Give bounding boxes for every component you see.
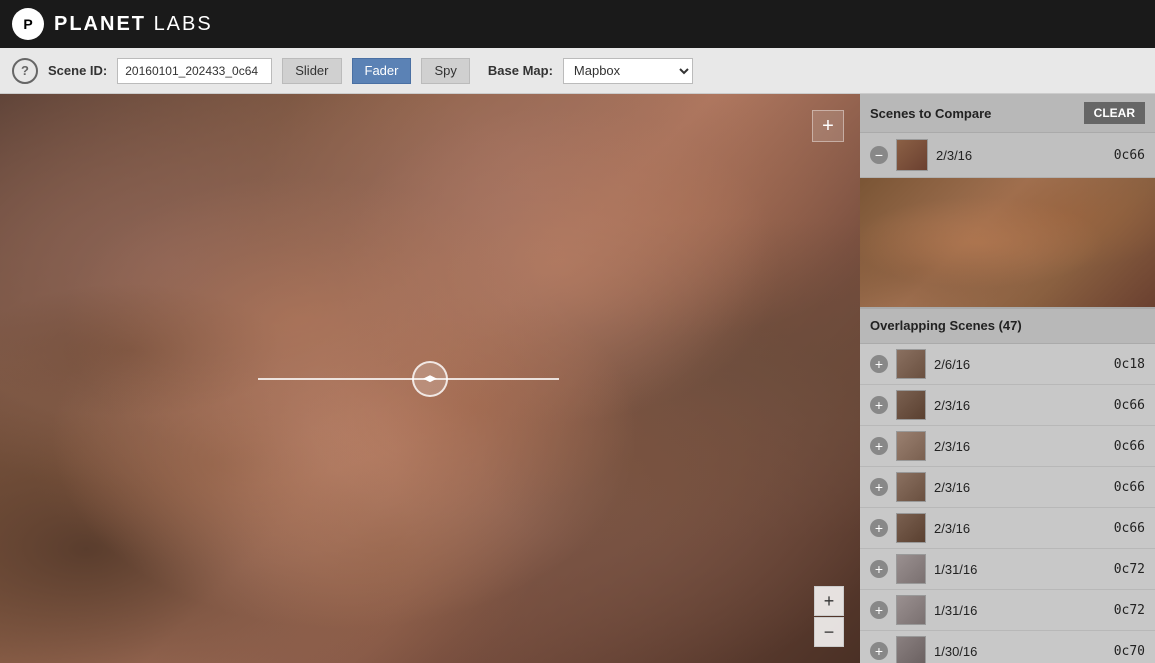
zoom-in-button[interactable]: + [814, 586, 844, 616]
overlap-row: + 2/3/16 0c66 [860, 467, 1155, 508]
overlap-thumbnail-1 [896, 390, 926, 420]
add-scene-button-7[interactable]: + [870, 642, 888, 660]
basemap-select[interactable]: Mapbox OpenStreetMap Satellite Terrain [563, 58, 693, 84]
overlapping-header: Overlapping Scenes (47) [860, 308, 1155, 344]
help-button[interactable]: ? [12, 58, 38, 84]
overlap-row: + 1/30/16 0c70 [860, 631, 1155, 663]
add-scene-button-5[interactable]: + [870, 560, 888, 578]
overlap-thumbnail-2 [896, 431, 926, 461]
remove-scene-button[interactable]: − [870, 146, 888, 164]
compare-scene-id: 0c66 [1114, 148, 1145, 163]
overlap-date-1: 2/3/16 [934, 398, 1106, 413]
compare-title: Scenes to Compare [870, 106, 991, 121]
compare-scene-thumbnail [896, 139, 928, 171]
overlap-thumbnail-0 [896, 349, 926, 379]
add-scene-button-3[interactable]: + [870, 478, 888, 496]
overlap-thumbnail-4 [896, 513, 926, 543]
zoom-out-button[interactable]: − [814, 617, 844, 647]
right-panel: Scenes to Compare CLEAR − 2/3/16 0c66 Ov… [860, 94, 1155, 663]
overlap-id-4: 0c66 [1114, 521, 1145, 536]
scene-id-label: Scene ID: [48, 63, 107, 78]
overlap-id-0: 0c18 [1114, 357, 1145, 372]
slider-line [258, 378, 559, 380]
scene-id-input[interactable] [117, 58, 272, 84]
logo-text: PLANET LABS [54, 13, 213, 36]
overlap-date-4: 2/3/16 [934, 521, 1106, 536]
add-scene-button-6[interactable]: + [870, 601, 888, 619]
logo-area: P PLANET LABS [12, 8, 213, 40]
spy-mode-button[interactable]: Spy [421, 58, 469, 84]
overlap-row: + 2/6/16 0c18 [860, 344, 1155, 385]
overlapping-scenes-list[interactable]: + 2/6/16 0c18 + 2/3/16 0c66 + 2/3/16 0c6… [860, 344, 1155, 663]
fader-mode-button[interactable]: Fader [352, 58, 412, 84]
clear-button[interactable]: CLEAR [1084, 102, 1145, 124]
overlap-date-3: 2/3/16 [934, 480, 1106, 495]
compare-header: Scenes to Compare CLEAR [860, 94, 1155, 133]
overlap-id-2: 0c66 [1114, 439, 1145, 454]
compare-preview-area [860, 178, 1155, 308]
overlap-row: + 1/31/16 0c72 [860, 590, 1155, 631]
add-scene-button-1[interactable]: + [870, 396, 888, 414]
map-zoom-controls: + − [814, 586, 844, 647]
overlap-row: + 2/3/16 0c66 [860, 508, 1155, 549]
overlap-row: + 2/3/16 0c66 [860, 385, 1155, 426]
overlapping-title: Overlapping Scenes (47) [870, 318, 1022, 333]
overlap-id-3: 0c66 [1114, 480, 1145, 495]
overlap-thumbnail-6 [896, 595, 926, 625]
add-scene-button-2[interactable]: + [870, 437, 888, 455]
basemap-label: Base Map: [488, 63, 553, 78]
add-scene-button-0[interactable]: + [870, 355, 888, 373]
planet-logo-icon: P [12, 8, 44, 40]
overlap-id-6: 0c72 [1114, 603, 1145, 618]
overlap-thumbnail-7 [896, 636, 926, 663]
slider-mode-button[interactable]: Slider [282, 58, 341, 84]
overlap-date-6: 1/31/16 [934, 603, 1106, 618]
add-scene-button-4[interactable]: + [870, 519, 888, 537]
compare-scene-row: − 2/3/16 0c66 [860, 133, 1155, 178]
overlap-id-1: 0c66 [1114, 398, 1145, 413]
compare-preview-terrain [860, 178, 1155, 307]
overlap-date-2: 2/3/16 [934, 439, 1106, 454]
compare-scene-date: 2/3/16 [936, 148, 1106, 163]
slider-cursor[interactable] [412, 361, 448, 397]
overlap-thumbnail-5 [896, 554, 926, 584]
overlap-date-7: 1/30/16 [934, 644, 1106, 659]
toolbar: ? Scene ID: Slider Fader Spy Base Map: M… [0, 48, 1155, 94]
overlap-date-0: 2/6/16 [934, 357, 1106, 372]
overlap-row: + 2/3/16 0c66 [860, 426, 1155, 467]
map-add-button[interactable]: + [812, 110, 844, 142]
overlap-date-5: 1/31/16 [934, 562, 1106, 577]
overlap-thumbnail-3 [896, 472, 926, 502]
map-area[interactable]: + + − [0, 94, 860, 663]
overlap-id-7: 0c70 [1114, 644, 1145, 659]
overlap-id-5: 0c72 [1114, 562, 1145, 577]
overlap-row: + 1/31/16 0c72 [860, 549, 1155, 590]
main-content: + + − Scenes to Compare CLEAR − 2/3/16 0… [0, 94, 1155, 663]
header-bar: P PLANET LABS [0, 0, 1155, 48]
